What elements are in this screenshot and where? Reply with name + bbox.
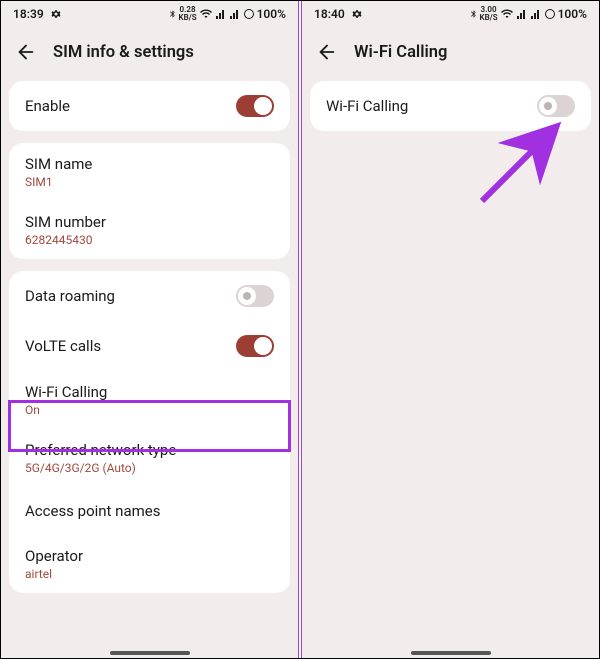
gear-icon <box>50 8 62 20</box>
status-bar: 18:39 0.28KB/S 100% <box>1 1 298 27</box>
sim-number-value: 6282445430 <box>25 233 92 247</box>
wifi-calling-value: On <box>25 403 40 417</box>
battery-icon <box>243 8 255 20</box>
card-network: Data roaming VoLTE calls Wi-Fi Calling O… <box>9 271 290 593</box>
row-enable[interactable]: Enable <box>9 81 290 131</box>
row-wifi-calling[interactable]: Wi-Fi Calling On <box>9 371 290 429</box>
status-time: 18:40 <box>314 7 345 21</box>
apn-label: Access point names <box>25 502 160 520</box>
page-header: SIM info & settings <box>1 27 298 81</box>
operator-label: Operator <box>25 547 83 565</box>
home-indicator[interactable] <box>411 651 491 655</box>
row-pref-network[interactable]: Preferred network type 5G/4G/3G/2G (Auto… <box>9 429 290 487</box>
signal-icon-2 <box>229 8 241 20</box>
status-net: 0.28KB/S <box>179 6 197 22</box>
card-sim-info: SIM name SIM1 SIM number 6282445430 <box>9 143 290 259</box>
signal-icon-1 <box>516 8 528 20</box>
screenshot-left: 18:39 0.28KB/S 100% SIM info & settings … <box>1 1 298 658</box>
enable-label: Enable <box>25 97 70 115</box>
status-battery: 100% <box>257 7 286 21</box>
volte-label: VoLTE calls <box>25 337 101 355</box>
gear-icon <box>351 8 363 20</box>
pref-network-value: 5G/4G/3G/2G (Auto) <box>25 461 136 475</box>
toggle-wifi-calling[interactable] <box>537 95 575 117</box>
toggle-volte[interactable] <box>236 335 274 357</box>
toggle-enable[interactable] <box>236 95 274 117</box>
card-enable: Enable <box>9 81 290 131</box>
wifi-calling-label: Wi-Fi Calling <box>326 97 408 115</box>
back-arrow-icon[interactable] <box>316 41 338 63</box>
row-apn[interactable]: Access point names <box>9 487 290 535</box>
signal-icon-1 <box>215 8 227 20</box>
pref-network-label: Preferred network type <box>25 441 176 459</box>
data-roaming-label: Data roaming <box>25 287 115 305</box>
wifi-calling-label: Wi-Fi Calling <box>25 383 107 401</box>
screenshot-right: 18:40 3.00KB/S 100% Wi-Fi Calling Wi-Fi … <box>302 1 599 658</box>
sim-number-label: SIM number <box>25 213 106 231</box>
home-indicator[interactable] <box>110 651 190 655</box>
status-net: 3.00KB/S <box>480 6 498 22</box>
status-battery: 100% <box>558 7 587 21</box>
signal-icon-2 <box>530 8 542 20</box>
row-volte[interactable]: VoLTE calls <box>9 321 290 371</box>
wifi-icon <box>500 8 514 20</box>
status-time: 18:39 <box>13 7 44 21</box>
row-operator[interactable]: Operator airtel <box>9 535 290 593</box>
row-sim-number[interactable]: SIM number 6282445430 <box>9 201 290 259</box>
card-wifi-calling: Wi-Fi Calling <box>310 81 591 131</box>
operator-value: airtel <box>25 567 52 581</box>
toggle-data-roaming[interactable] <box>236 285 274 307</box>
battery-icon <box>544 8 556 20</box>
sim-name-value: SIM1 <box>25 175 53 189</box>
bluetooth-icon <box>168 8 177 20</box>
status-bar: 18:40 3.00KB/S 100% <box>302 1 599 27</box>
row-data-roaming[interactable]: Data roaming <box>9 271 290 321</box>
bluetooth-icon <box>469 8 478 20</box>
row-wifi-calling[interactable]: Wi-Fi Calling <box>310 81 591 131</box>
row-sim-name[interactable]: SIM name SIM1 <box>9 143 290 201</box>
page-title: Wi-Fi Calling <box>354 43 447 62</box>
back-arrow-icon[interactable] <box>15 41 37 63</box>
page-title: SIM info & settings <box>53 43 194 62</box>
page-header: Wi-Fi Calling <box>302 27 599 81</box>
wifi-icon <box>199 8 213 20</box>
sim-name-label: SIM name <box>25 155 92 173</box>
